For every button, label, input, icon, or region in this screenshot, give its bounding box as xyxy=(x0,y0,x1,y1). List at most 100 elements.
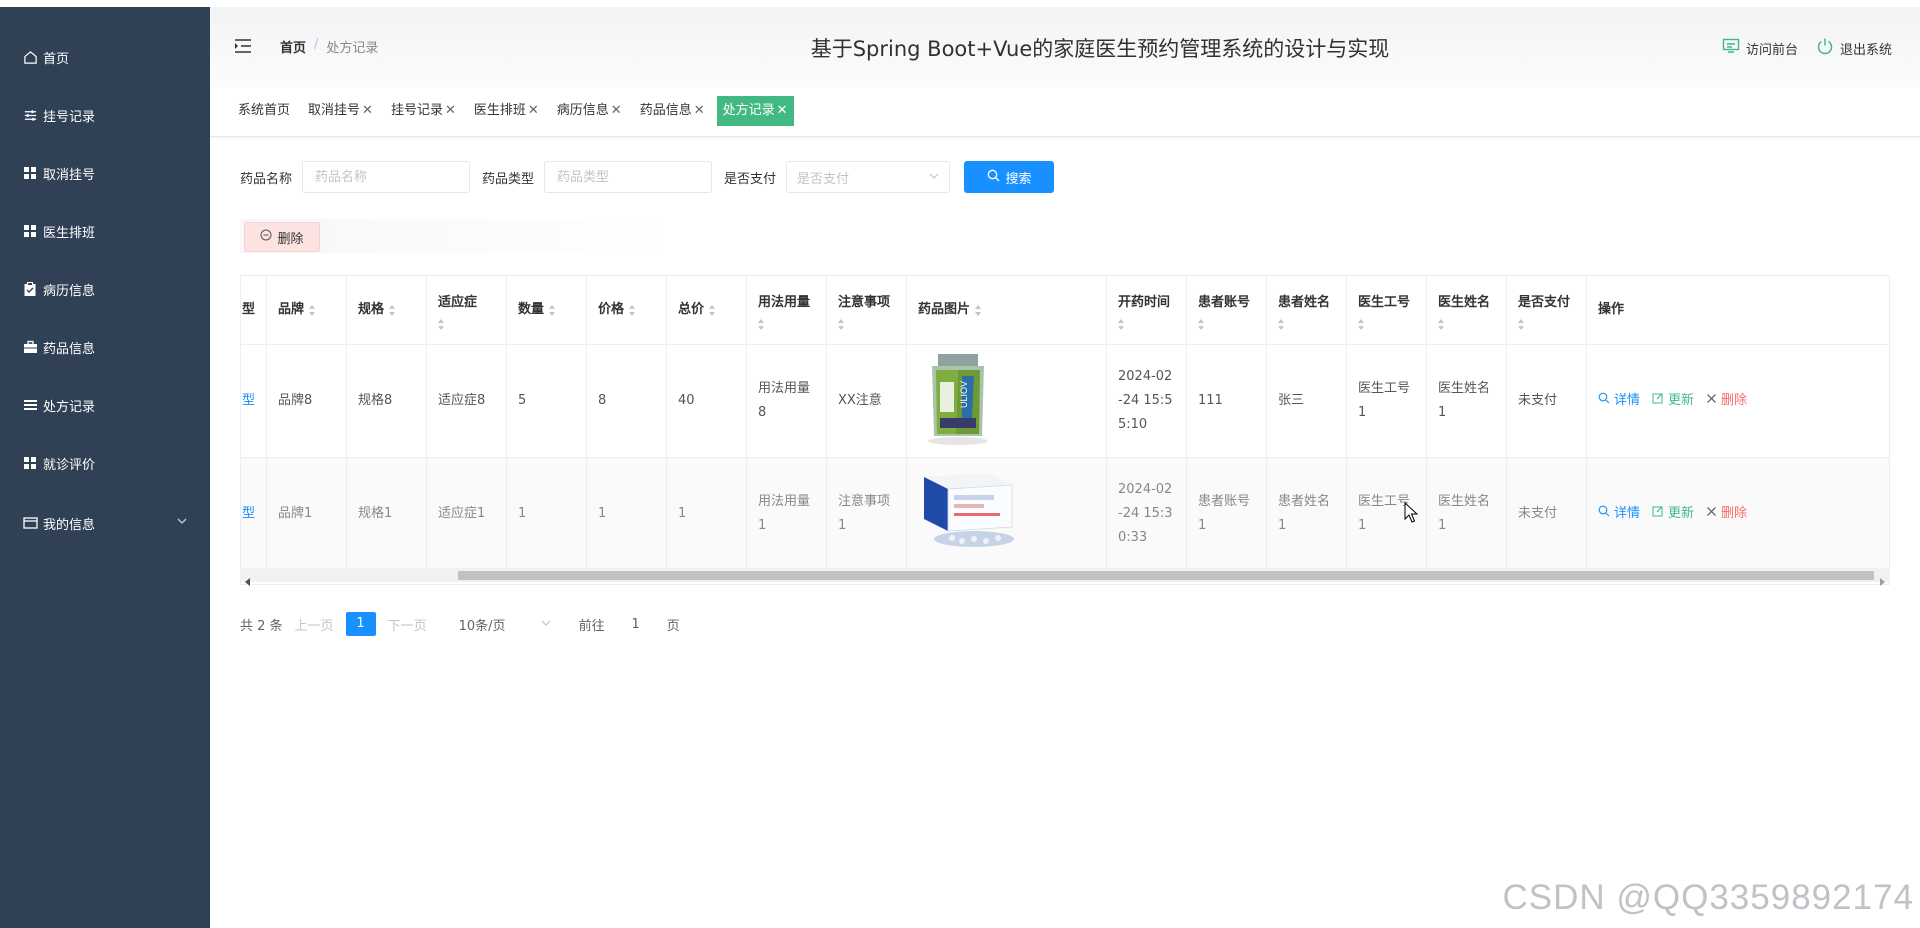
drug-name-input[interactable] xyxy=(302,161,471,193)
scroll-right-icon[interactable] xyxy=(1879,571,1885,590)
search-icon xyxy=(1598,389,1610,413)
list-icon xyxy=(22,397,38,413)
column-header[interactable]: 患者账号 xyxy=(1187,276,1267,344)
indication-cell: 适应症1 xyxy=(427,458,507,569)
horizontal-scrollbar[interactable] xyxy=(240,568,1890,586)
quantity-cell: 5 xyxy=(507,345,587,457)
detail-button[interactable]: 详情 xyxy=(1598,389,1640,413)
drug-name-label: 药品名称 xyxy=(240,171,293,187)
column-header[interactable]: 患者姓名 xyxy=(1267,276,1347,344)
column-header[interactable]: 适应症 xyxy=(427,276,507,344)
price-cell: 1 xyxy=(587,458,667,569)
column-header[interactable]: 开药时间 xyxy=(1107,276,1187,344)
drug-box-image[interactable] xyxy=(918,469,1018,558)
close-icon[interactable]: ✕ xyxy=(694,103,705,118)
column-header[interactable]: 总价 xyxy=(667,276,747,344)
column-header[interactable]: 医生工号 xyxy=(1347,276,1427,344)
sidebar-item-home[interactable]: 首页 xyxy=(0,37,210,77)
column-header[interactable]: 品牌 xyxy=(267,276,347,344)
table-row: 型 品牌1 规格1 适应症1 1 1 1 用法用量 1 注意事项 1 2024-… xyxy=(241,458,1889,570)
sidebar-item-label: 病历信息 xyxy=(43,283,96,299)
scrollbar-thumb[interactable] xyxy=(458,571,1874,580)
hamburger-icon[interactable] xyxy=(232,35,254,57)
detail-button[interactable]: 详情 xyxy=(1598,502,1640,526)
doctor-name-cell: 医生姓名 1 xyxy=(1427,458,1507,569)
drug-image-cell: ULIOV xyxy=(907,345,1107,457)
page-size-value: 10条/页 xyxy=(458,618,506,634)
breadcrumb-current: 处方记录 xyxy=(326,41,379,56)
sliders-icon xyxy=(22,107,38,123)
column-header[interactable]: 规格 xyxy=(347,276,427,344)
breadcrumb-home[interactable]: 首页 xyxy=(280,37,306,56)
type-cell: 型 xyxy=(241,458,267,569)
usage-cell: 用法用量 1 xyxy=(747,458,827,569)
tab-system-home[interactable]: 系统首页 xyxy=(232,96,297,126)
actions-cell: 详情 更新 删除 xyxy=(1587,458,1889,569)
column-header: 型 xyxy=(241,276,267,344)
svg-text:ULIOV: ULIOV xyxy=(959,380,969,407)
column-header[interactable]: 用法用量 xyxy=(747,276,827,344)
chevron-down-icon xyxy=(176,515,188,531)
tab-drug-info[interactable]: 药品信息 ✕ xyxy=(633,96,711,126)
close-icon xyxy=(1706,502,1717,526)
close-icon[interactable]: ✕ xyxy=(445,103,456,118)
breadcrumb-separator: / xyxy=(314,37,319,52)
minus-circle-icon xyxy=(260,229,272,245)
sidebar-item-visit-evaluation[interactable]: 就诊评价 xyxy=(0,443,210,483)
account-cell: 111 xyxy=(1187,345,1267,457)
close-icon[interactable]: ✕ xyxy=(362,103,373,118)
delete-button[interactable]: 删除 xyxy=(1706,389,1747,413)
batch-delete-button[interactable]: 删除 xyxy=(244,222,320,252)
sidebar-item-doctor-schedule[interactable]: 医生排班 xyxy=(0,211,210,251)
column-header[interactable]: 数量 xyxy=(507,276,587,344)
sidebar-item-my-info[interactable]: 我的信息 xyxy=(0,503,210,543)
column-header[interactable]: 是否支付 xyxy=(1507,276,1587,344)
tab-doctor-schedule[interactable]: 医生排班 ✕ xyxy=(467,96,545,126)
scroll-left-icon[interactable] xyxy=(245,571,251,590)
tab-prescription-records[interactable]: 处方记录 ✕ xyxy=(716,96,794,126)
tab-registration-records[interactable]: 挂号记录 ✕ xyxy=(384,96,462,126)
delete-button[interactable]: 删除 xyxy=(1706,502,1747,526)
column-header[interactable]: 药品图片 xyxy=(907,276,1107,344)
update-button[interactable]: 更新 xyxy=(1652,502,1694,526)
paid-select[interactable]: 是否支付 xyxy=(786,161,951,193)
sidebar-item-drug-info[interactable]: 药品信息 xyxy=(0,327,210,367)
chevron-down-icon xyxy=(929,170,939,185)
close-icon[interactable]: ✕ xyxy=(777,103,788,118)
table-row: 型 品牌8 规格8 适应症8 5 8 40 用法用量 8 XX注意 ULIOV … xyxy=(241,345,1889,458)
edit-icon xyxy=(1652,389,1664,413)
sidebar-item-cancel-registration[interactable]: 取消挂号 xyxy=(0,153,210,193)
page-size-select[interactable]: 10条/页 xyxy=(459,610,551,638)
doctor-name-cell: 医生姓名 1 xyxy=(1427,345,1507,457)
goto-page-input[interactable] xyxy=(612,610,659,638)
column-header[interactable]: 价格 xyxy=(587,276,667,344)
sidebar-item-prescription-records[interactable]: 处方记录 xyxy=(0,385,210,425)
tab-medical-records[interactable]: 病历信息 ✕ xyxy=(550,96,628,126)
logout-link[interactable]: 退出系统 xyxy=(1816,37,1892,59)
close-icon[interactable]: ✕ xyxy=(528,103,539,118)
page-unit-label: 页 xyxy=(666,618,680,634)
sidebar-item-medical-records[interactable]: 病历信息 xyxy=(0,269,210,309)
page-number-1[interactable]: 1 xyxy=(345,612,376,636)
card-icon xyxy=(22,515,38,531)
page-jumper: 前往 页 xyxy=(579,610,680,638)
price-cell: 8 xyxy=(587,345,667,457)
prev-page-button[interactable]: 上一页 xyxy=(295,615,334,634)
column-header[interactable]: 医生姓名 xyxy=(1427,276,1507,344)
close-icon[interactable]: ✕ xyxy=(611,103,622,118)
tab-cancel-registration[interactable]: 取消挂号 ✕ xyxy=(302,96,379,126)
watermark: CSDN @QQ3359892174 xyxy=(1502,878,1914,917)
grid-icon xyxy=(22,223,38,239)
next-page-button[interactable]: 下一页 xyxy=(388,615,427,634)
visit-front-link[interactable]: 访问前台 xyxy=(1722,37,1798,59)
search-button[interactable]: 搜索 xyxy=(964,161,1055,193)
drug-bottle-image[interactable]: ULIOV xyxy=(918,348,998,455)
edit-icon xyxy=(1652,502,1664,526)
drug-type-input[interactable] xyxy=(544,161,713,193)
grid-icon xyxy=(22,455,38,471)
type-cell: 型 xyxy=(241,345,267,457)
column-header[interactable]: 注意事项 xyxy=(827,276,907,344)
sidebar-item-registration-records[interactable]: 挂号记录 xyxy=(0,95,210,135)
update-button[interactable]: 更新 xyxy=(1652,389,1694,413)
account-cell: 患者账号 1 xyxy=(1187,458,1267,569)
